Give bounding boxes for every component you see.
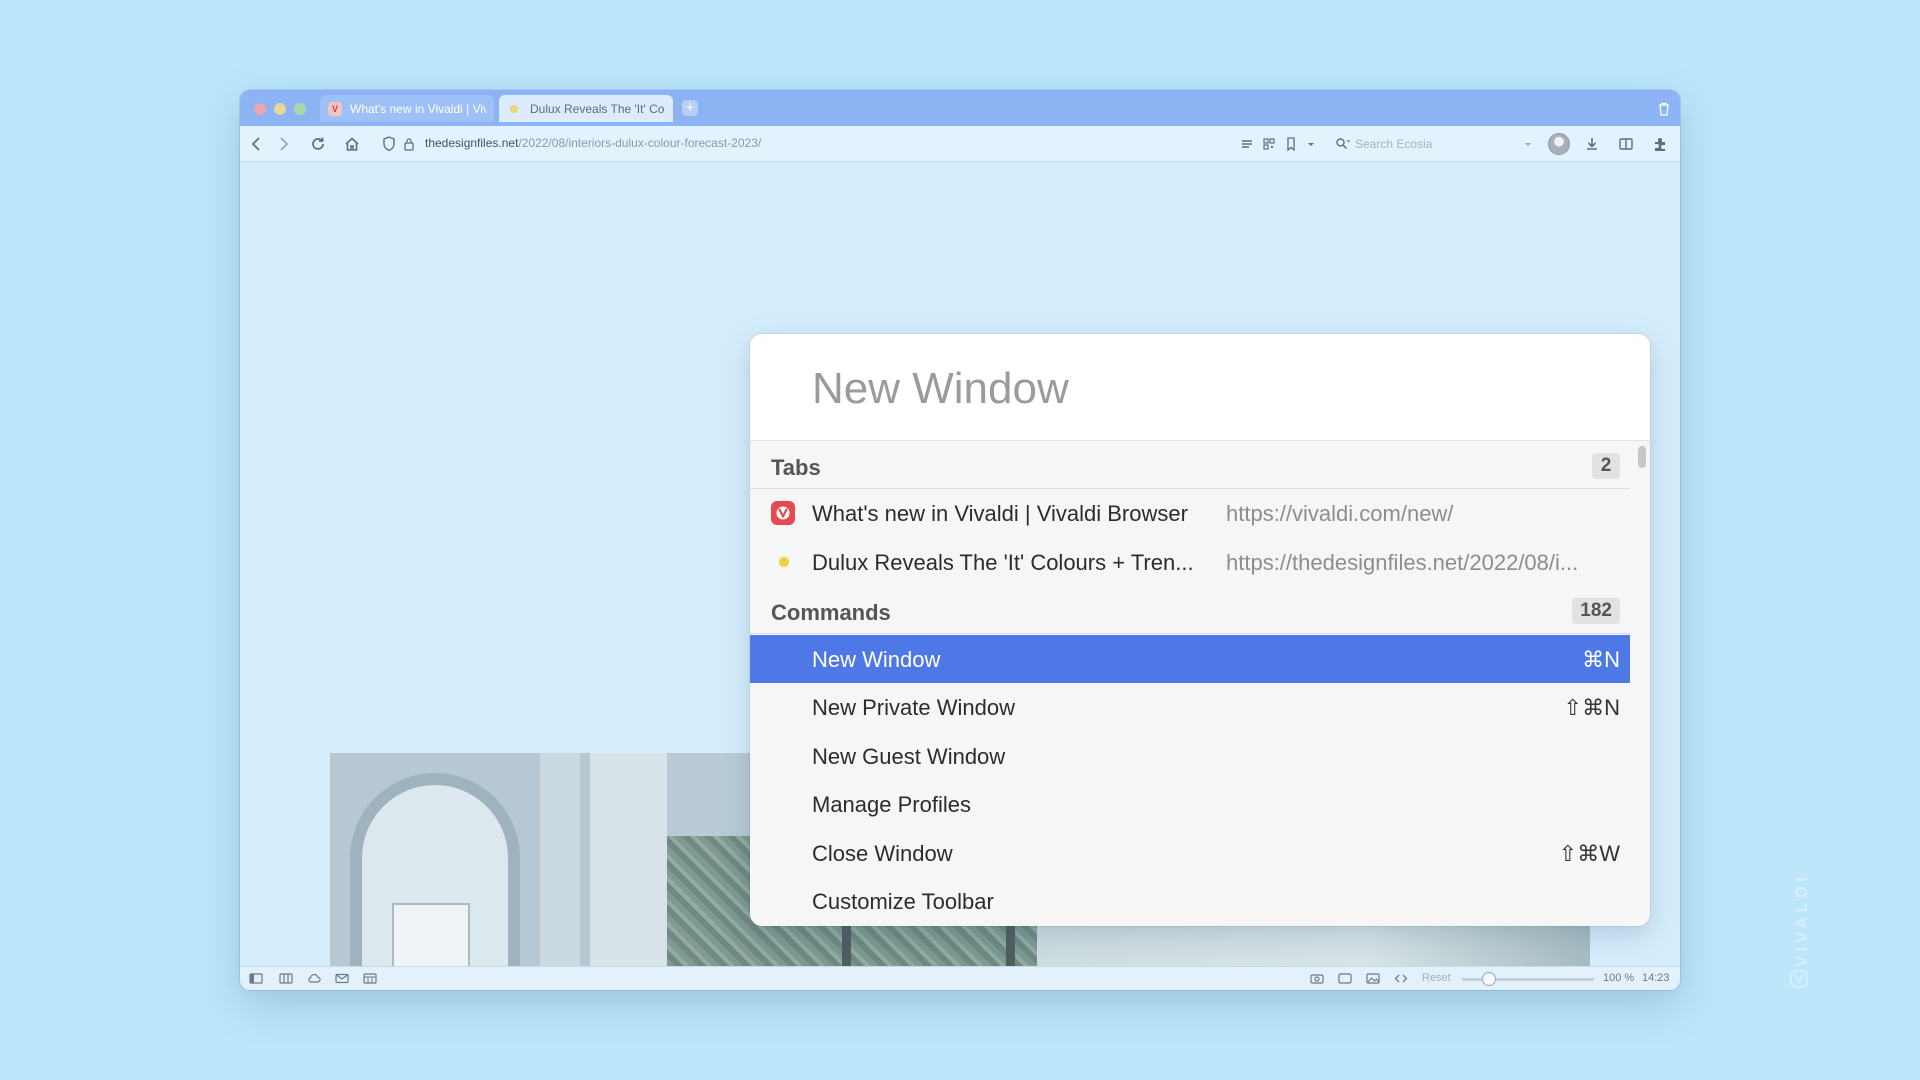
command-new-private-window[interactable]: New Private Window ⇧⌘N [750, 683, 1630, 731]
tab-result-dulux[interactable]: Dulux Reveals The 'It' Colours + Tren...… [750, 538, 1630, 586]
zoom-level: 100 % [1603, 972, 1635, 984]
command-close-window[interactable]: Close Window ⇧⌘W [750, 829, 1630, 877]
command-manage-profiles[interactable]: Manage Profiles [750, 780, 1630, 828]
section-header-commands: Commands 182 [750, 586, 1630, 634]
search-placeholder: Search Ecosia [1355, 137, 1433, 151]
vivaldi-logo-icon [776, 506, 790, 520]
extensions-icon[interactable] [1651, 135, 1669, 153]
tab-result-title: Dulux Reveals The 'It' Colours + Tren... [812, 550, 1194, 575]
tab-result-url: https://vivaldi.com/new/ [1226, 501, 1454, 526]
section-count-badge: 2 [1592, 453, 1620, 479]
sync-cloud-icon[interactable] [307, 973, 321, 984]
forward-icon[interactable] [274, 135, 292, 153]
command-label: Customize Toolbar [812, 889, 994, 914]
tab-result-url: https://thedesignfiles.net/2022/08/i... [1226, 550, 1579, 575]
yellow-dot-icon [779, 557, 789, 567]
quick-commands-input[interactable] [812, 360, 1612, 418]
section-count-badge: 182 [1572, 598, 1620, 624]
mail-icon[interactable] [335, 973, 349, 984]
tab-vivaldi-whats-new[interactable]: V What's new in Vivaldi | Viv [320, 95, 494, 122]
chevron-down-icon[interactable] [1306, 135, 1316, 153]
search-engine-dropdown-icon[interactable] [1523, 135, 1533, 153]
tab-tiling-icon[interactable] [279, 973, 293, 984]
vivaldi-logo-icon [1790, 970, 1808, 988]
yellow-dot-icon [510, 104, 518, 113]
watermark-text: VIVALDI [1792, 873, 1811, 967]
calendar-icon[interactable] [363, 973, 377, 984]
vivaldi-icon: V [328, 101, 342, 116]
command-new-guest-window[interactable]: New Guest Window [750, 732, 1630, 780]
address-bar: thedesignfiles.net/2022/08/interiors-dul… [240, 126, 1680, 162]
tab-result-vivaldi[interactable]: What's new in Vivaldi | Vivaldi Browser … [750, 489, 1630, 537]
tab-title: Dulux Reveals The 'It' Colo [530, 101, 665, 116]
section-header-tabs: Tabs 2 [750, 441, 1630, 489]
command-label: New Window [812, 647, 941, 672]
zoom-window-button[interactable] [294, 103, 306, 115]
quick-commands-input-area [750, 334, 1650, 441]
tab-result-title: What's new in Vivaldi | Vivaldi Browser [812, 501, 1188, 526]
qr-code-icon[interactable] [1262, 135, 1276, 153]
reading-list-icon[interactable] [1617, 135, 1635, 153]
search-field[interactable]: Search Ecosia [1335, 134, 1530, 154]
url-domain: thedesignfiles.net [425, 136, 519, 150]
bookmark-icon[interactable] [1285, 135, 1297, 153]
minimize-window-button[interactable] [274, 103, 286, 115]
search-icon [1336, 138, 1350, 149]
command-label: New Private Window [812, 695, 1015, 720]
section-title: Tabs [771, 455, 821, 480]
vivaldi-watermark: VIVALDI [1787, 862, 1811, 992]
tab-title: What's new in Vivaldi | Viv [350, 101, 486, 116]
shield-icon[interactable] [382, 135, 396, 153]
panel-toggle-icon[interactable] [249, 973, 263, 984]
lock-icon [404, 138, 414, 151]
new-tab-button[interactable]: + [682, 100, 698, 116]
zoom-reset-button[interactable]: Reset [1422, 972, 1451, 984]
arch-photo [330, 753, 590, 966]
url-path: /2022/08/interiors-dulux-colour-forecast… [518, 136, 762, 150]
vivaldi-icon [771, 501, 795, 525]
palette-scrollbar[interactable] [1638, 446, 1646, 468]
page-actions-icon[interactable] [1394, 973, 1408, 984]
reload-icon[interactable] [309, 135, 327, 153]
back-icon[interactable] [248, 135, 266, 153]
window-icon[interactable] [1338, 973, 1352, 984]
tab-dulux[interactable]: Dulux Reveals The 'It' Colo [499, 95, 673, 122]
status-bar: Reset 100 % 14:23 [240, 966, 1680, 990]
download-icon[interactable] [1583, 135, 1601, 153]
command-new-window[interactable]: New Window ⌘N [750, 635, 1630, 683]
section-title: Commands [771, 600, 891, 625]
zoom-slider-thumb[interactable] [1482, 972, 1496, 986]
browser-window: V What's new in Vivaldi | Viv Dulux Reve… [240, 90, 1680, 990]
command-label: Close Window [812, 841, 953, 866]
quick-commands-palette: Tabs 2 What's new in Vivaldi | Vivaldi B… [750, 334, 1650, 926]
command-customize-toolbar[interactable]: Customize Toolbar [750, 877, 1630, 925]
tab-bar: V What's new in Vivaldi | Viv Dulux Reve… [240, 90, 1680, 126]
clock: 14:23 [1642, 972, 1670, 984]
command-label: New Guest Window [812, 744, 1006, 769]
command-shortcut: ⌘N [1582, 647, 1620, 672]
image-icon[interactable] [1366, 973, 1380, 984]
command-shortcut: ⇧⌘N [1563, 695, 1620, 720]
avatar[interactable] [1548, 133, 1570, 155]
url-field[interactable]: thedesignfiles.net/2022/08/interiors-dul… [425, 136, 761, 150]
close-window-button[interactable] [254, 103, 266, 115]
home-icon[interactable] [343, 135, 361, 153]
command-label: Manage Profiles [812, 792, 971, 817]
capture-icon[interactable] [1310, 973, 1324, 984]
reader-view-icon[interactable] [1240, 135, 1254, 153]
trash-icon[interactable] [1658, 102, 1670, 116]
command-shortcut: ⇧⌘W [1558, 841, 1620, 866]
